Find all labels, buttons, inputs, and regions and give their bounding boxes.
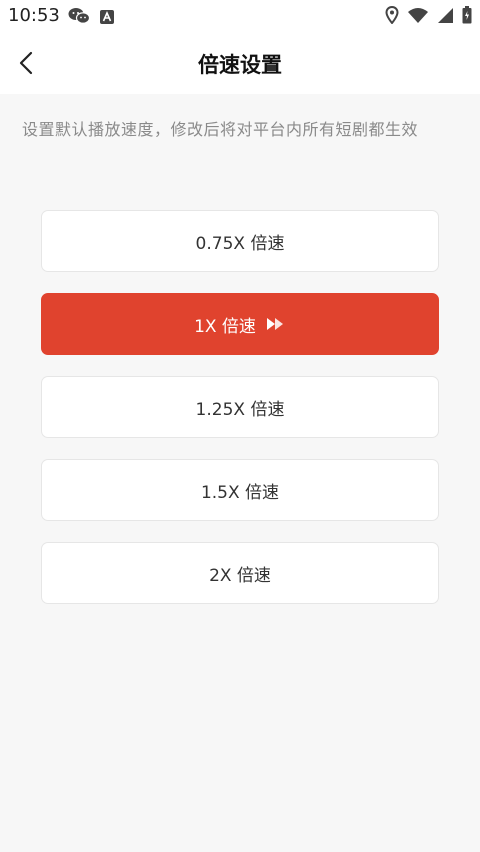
speed-option-label: 1.25X 倍速 [195, 399, 285, 420]
speed-option-0-75x[interactable]: 0.75X 倍速 [41, 210, 439, 272]
speed-option-label: 0.75X 倍速 [195, 233, 285, 254]
wechat-icon [68, 7, 91, 29]
speed-option-1-5x[interactable]: 1.5X 倍速 [41, 459, 439, 521]
battery-icon [462, 6, 472, 28]
speed-option-1x[interactable]: 1X 倍速 [41, 293, 439, 355]
status-right-icons [385, 5, 472, 28]
location-icon [385, 5, 399, 28]
fast-forward-icon [266, 317, 286, 331]
speed-options-list: 0.75X 倍速 1X 倍速 1.25X 倍速 1.5X 倍速 2X 倍速 [41, 210, 439, 625]
status-bar: 10:53 [0, 0, 480, 32]
speed-option-2x[interactable]: 2X 倍速 [41, 542, 439, 604]
speed-option-label: 1.5X 倍速 [200, 482, 280, 503]
wifi-icon [407, 7, 429, 28]
status-time: 10:53 [8, 5, 60, 26]
description-text: 设置默认播放速度，修改后将对平台内所有短剧都生效 [22, 120, 419, 139]
speed-option-1-25x[interactable]: 1.25X 倍速 [41, 376, 439, 438]
status-left-icons [68, 7, 114, 29]
text-a-icon [100, 9, 114, 28]
speed-option-label: 1X 倍速 [194, 316, 256, 337]
navigation-bar: 倍速设置 [0, 32, 480, 94]
page-title: 倍速设置 [198, 53, 282, 77]
signal-icon [437, 7, 454, 28]
speed-option-label: 2X 倍速 [209, 565, 271, 586]
